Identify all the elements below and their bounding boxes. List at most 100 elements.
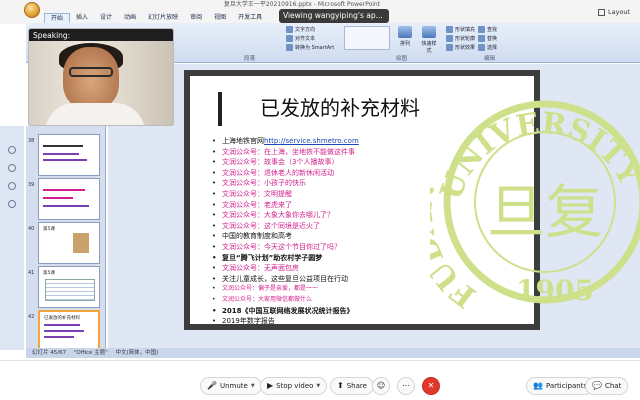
shapes-gallery[interactable] xyxy=(344,26,390,50)
tab-developer[interactable]: 开发工具 xyxy=(232,13,268,23)
tab-review[interactable]: 审阅 xyxy=(184,13,208,23)
slide-bullet-item: 文润公众号：大象大象你去哪儿了？ xyxy=(212,210,432,221)
thumb-number: 42 xyxy=(28,314,35,320)
language-indicator[interactable]: 中文(简体，中国) xyxy=(115,350,158,356)
office-button[interactable] xyxy=(24,2,40,18)
share-button[interactable]: ⬆ Share xyxy=(330,377,374,395)
speaker-glasses xyxy=(69,67,113,77)
microphone-muted-icon: 🎤 xyxy=(207,381,217,390)
zoom-meeting-toolbar: 🎤 Unmute ▼ ▶ Stop video ▼ ⬆ Share ☺ ⋯ ✕ 👥 Part… xyxy=(0,360,640,400)
slide-title[interactable]: 已发放的补充材料 xyxy=(260,92,420,121)
slide-bullet-item: 文润公众号：这个同境是近火了 xyxy=(212,221,432,232)
participants-icon: 👥 xyxy=(533,381,543,390)
tab-slideshow[interactable]: 幻灯片放映 xyxy=(142,13,184,23)
text-direction-button[interactable]: 文字方向 xyxy=(286,26,315,33)
group-label-drawing: 绘图 xyxy=(396,56,408,62)
layout-label: Layout xyxy=(608,8,631,16)
group-label-editing: 编辑 xyxy=(484,56,496,62)
slide-thumbnail-panel: 38 39 40 第5课 41 第5课 42 已发放的补充材料 xyxy=(26,126,106,348)
slide-thumbnail[interactable] xyxy=(38,178,100,220)
speaker-video xyxy=(29,41,173,125)
slide-bullet-item: 中国的教育制度和高考 xyxy=(212,231,432,242)
ribbon-tabs: 开始 插入 设计 动画 幻灯片放映 审阅 视图 开发工具 xyxy=(44,13,268,23)
stop-video-button[interactable]: ▶ Stop video ▼ xyxy=(260,377,328,395)
chevron-down-icon: ▼ xyxy=(250,383,255,389)
leave-meeting-button[interactable]: ✕ xyxy=(422,377,440,395)
shape-outline-button[interactable]: 形状轮廓 xyxy=(446,35,475,42)
layout-grid-icon xyxy=(598,8,605,16)
close-icon: ✕ xyxy=(427,381,435,390)
select-button[interactable]: 选择 xyxy=(478,44,497,51)
slide-bullet-item: 文润公众号：老虎来了 xyxy=(212,200,432,211)
slide-counter: 幻灯片 45/67 xyxy=(32,350,67,356)
shape-fill-icon xyxy=(446,26,453,33)
smartart-icon xyxy=(286,44,293,51)
tab-view[interactable]: 视图 xyxy=(208,13,232,23)
slide-bullet-item: 文润公众号：退休老人的新休闲活动 xyxy=(212,168,432,179)
slide-thumbnail[interactable]: 第5课 xyxy=(38,266,100,308)
speaker-video-panel[interactable]: Speaking: xyxy=(28,28,174,126)
arrange-button[interactable]: 排列 xyxy=(396,26,414,48)
align-text-icon xyxy=(286,35,293,42)
shape-outline-icon xyxy=(446,35,453,42)
chat-button[interactable]: 💬 Chat xyxy=(585,377,629,395)
speaking-label: Speaking: xyxy=(33,31,71,40)
tab-home[interactable]: 开始 xyxy=(44,13,71,23)
title-accent-bar xyxy=(218,92,222,126)
find-button[interactable]: 查找 xyxy=(478,26,497,33)
seal-center-chars: 旦复 xyxy=(487,178,603,246)
slide-bullet-item: 关注儿童成长，这些复旦公益项目在行动 xyxy=(212,274,432,285)
thumb-number: 39 xyxy=(28,182,35,188)
window-title-text: 复旦大学王一平20210916.pptx - Microsoft PowerPo… xyxy=(223,1,381,8)
speaker-shirt xyxy=(45,103,145,125)
slide-thumbnail-current[interactable]: 已发放的补充材料 xyxy=(38,310,100,348)
slide-bullet-item: 复旦“腾飞计划”助农村学子圆梦 xyxy=(212,253,432,264)
side-tool-icon[interactable] xyxy=(8,200,16,208)
chevron-down-icon: ▼ xyxy=(316,383,321,389)
tab-insert[interactable]: 插入 xyxy=(70,13,94,23)
convert-smartart-button[interactable]: 转换为 SmartArt xyxy=(286,44,334,51)
metro-website-link[interactable]: http://service.shmetro.com xyxy=(264,137,359,145)
tab-animation[interactable]: 动画 xyxy=(118,13,142,23)
slide-bullet-item: 文润公众号：偏子是亲爱，都是一一 xyxy=(212,284,432,295)
shape-fill-button[interactable]: 形状填充 xyxy=(446,26,475,33)
group-label-paragraph: 段落 xyxy=(244,56,256,62)
replace-button[interactable]: 替换 xyxy=(478,35,497,42)
participants-button[interactable]: 👥 Participants xyxy=(526,377,595,395)
smiley-icon: ☺ xyxy=(376,381,386,390)
slide-bullet-item: 文润公众号：文明提醒 xyxy=(212,189,432,200)
speaker-face xyxy=(63,47,119,109)
seal-bottom-text: 1905 xyxy=(516,274,594,307)
find-icon xyxy=(478,26,485,33)
replace-icon xyxy=(478,35,485,42)
theme-name: "Office 主题" xyxy=(73,350,108,356)
slide-bullet-item: 文润公众号：无声面包房 xyxy=(212,263,432,274)
align-text-button[interactable]: 对齐文本 xyxy=(286,35,315,42)
slide-bullet-item: 文润公众号：故事会（3个人播故事） xyxy=(212,157,432,168)
zoom-side-strip xyxy=(0,126,24,350)
fudan-university-seal: UNIVERSITY FUDAN 旦复 1905 xyxy=(430,100,640,312)
tab-design[interactable]: 设计 xyxy=(94,13,118,23)
shape-effects-button[interactable]: 形状效果 xyxy=(446,44,475,51)
more-button[interactable]: ⋯ xyxy=(397,377,415,395)
ppt-status-bar: 幻灯片 45/67 "Office 主题" 中文(简体，中国) xyxy=(26,348,640,358)
layout-control[interactable]: Layout xyxy=(598,7,638,17)
slide-bullet-item: 2018《中国互联网络发展状况统计报告》 xyxy=(212,306,432,317)
quick-styles-button[interactable]: 快速样式 xyxy=(420,26,438,54)
slide-bullet-item: 文润公众号：大家用微信都做什么 xyxy=(212,295,432,306)
side-tool-icon[interactable] xyxy=(8,182,16,190)
slide-bullet-item: 上海地铁官网http://service.shmetro.com xyxy=(212,136,432,147)
reactions-button[interactable]: ☺ xyxy=(372,377,390,395)
viewing-banner[interactable]: Viewing wangyiping's ap... xyxy=(279,9,389,23)
thumb-number: 40 xyxy=(28,226,35,232)
side-tool-icon[interactable] xyxy=(8,164,16,172)
shape-effects-icon xyxy=(446,44,453,51)
slide-thumbnail[interactable]: 第5课 xyxy=(38,222,100,264)
slide-bullet-list[interactable]: 上海地铁官网http://service.shmetro.com文润公众号：在上… xyxy=(212,136,432,324)
slide-bullet-item: 文润公众号：今天这个节目你过了吗？ xyxy=(212,242,432,253)
slide-thumbnail[interactable] xyxy=(38,134,100,176)
unmute-button[interactable]: 🎤 Unmute ▼ xyxy=(200,377,262,395)
side-tool-icon[interactable] xyxy=(8,146,16,154)
arrange-icon xyxy=(398,26,412,38)
ellipsis-icon: ⋯ xyxy=(402,381,410,390)
